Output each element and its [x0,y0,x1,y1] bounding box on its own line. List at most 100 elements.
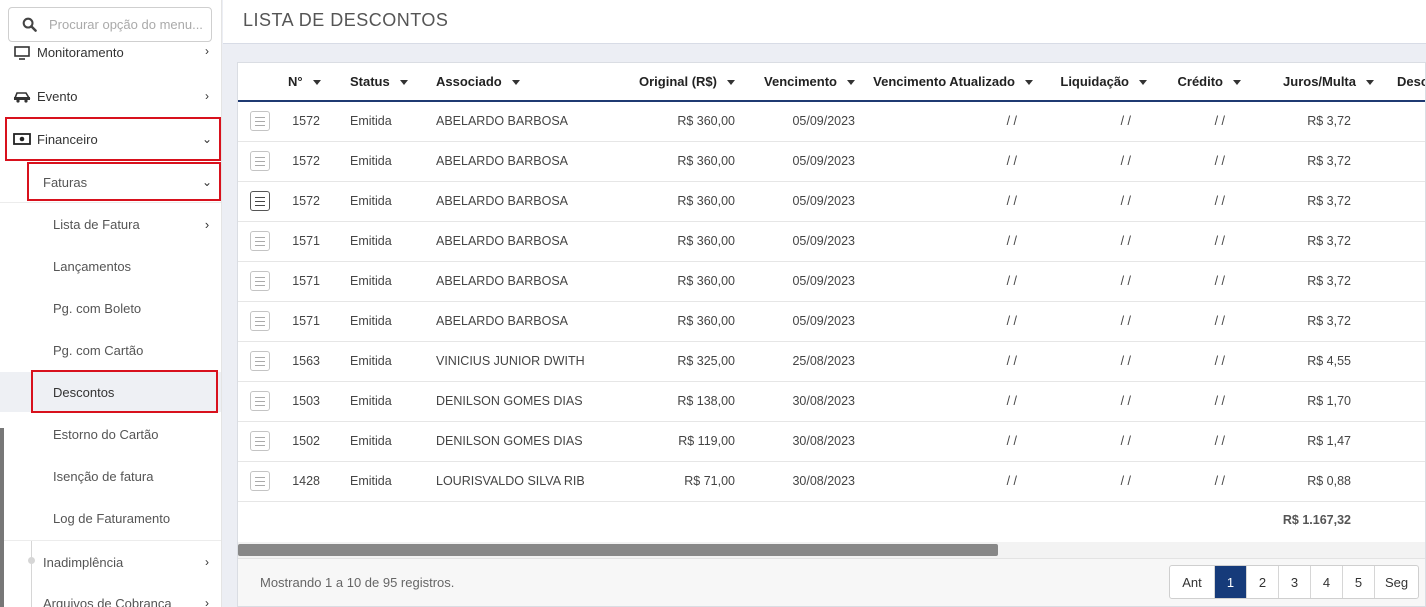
cell-vencimento: 05/09/2023 [738,221,858,262]
cell-juros-multa: R$ 3,72 [1246,301,1378,342]
sidebar-item-log-faturamento[interactable]: Log de Faturamento [0,498,221,538]
sidebar-item-inadimplencia[interactable]: Inadimplência › [0,550,221,574]
sidebar-item-lista-de-fatura[interactable]: Lista de Fatura › [0,204,221,244]
document-icon[interactable] [250,391,270,411]
document-icon[interactable] [250,351,270,371]
cell-vencimento-atualizado: / / [858,181,1040,222]
chevron-right-icon: › [205,555,209,569]
sidebar-item-descontos[interactable]: Descontos [0,372,221,412]
col-liquidacao[interactable]: Liquidação [1040,63,1154,102]
chevron-down-icon: ⌄ [201,175,213,189]
col-juros-multa[interactable]: Juros/Multa [1246,63,1378,102]
page-next-button[interactable]: Seg [1374,566,1418,598]
sidebar-scrollbar[interactable] [0,428,4,607]
divider [0,540,221,541]
cell-actions [238,381,278,422]
monitor-icon [0,45,37,63]
cell-status: Emitida [330,341,419,382]
cell-associado: ABELARDO BARBOSA [419,301,584,342]
cell-vencimento: 30/08/2023 [738,381,858,422]
table-row: 1563 Emitida VINICIUS JUNIOR DWITH R$ 325,0… [238,341,1425,382]
cell-desconto [1378,181,1425,222]
col-original[interactable]: Original (R$) [584,63,738,102]
cell-associado: LOURISVALDO SILVA RIBEIRO [419,461,584,502]
cell-credito: / / [1154,261,1246,302]
col-vencimento[interactable]: Vencimento [738,63,858,102]
cell-vencimento-atualizado: / / [858,381,1040,422]
cell-original: R$ 360,00 [584,301,738,342]
col-status[interactable]: Status [330,63,419,102]
page-prev-button[interactable]: Ant [1170,566,1214,598]
cell-actions [238,101,278,142]
document-icon[interactable] [250,431,270,451]
scrollbar-thumb[interactable] [238,544,998,556]
sidebar-item-lancamentos[interactable]: Lançamentos [0,246,221,286]
cell-juros-multa: R$ 3,72 [1246,101,1378,142]
cell-juros-multa: R$ 3,72 [1246,261,1378,302]
cell-vencimento-atualizado: / / [858,341,1040,382]
chevron-right-icon: › [205,89,209,103]
menu-search [8,7,212,42]
document-icon[interactable] [250,311,270,331]
cell-actions [238,221,278,262]
page-button[interactable]: 5 [1342,566,1374,598]
sidebar-item-faturas[interactable]: Faturas ⌄ [0,168,221,196]
document-icon[interactable] [250,111,270,132]
sidebar-item-estorno-cartao[interactable]: Estorno do Cartão [0,414,221,454]
cell-vencimento: 30/08/2023 [738,461,858,502]
cell-vencimento-atualizado: / / [858,101,1040,142]
cell-associado: ABELARDO BARBOSA [419,141,584,182]
cell-numero: 1563 [278,341,330,382]
sidebar-item-pg-boleto[interactable]: Pg. com Boleto [0,288,221,328]
sort-icon [1139,80,1147,86]
page-button[interactable]: 3 [1278,566,1310,598]
cell-vencimento-atualizado: / / [858,221,1040,262]
divider [0,202,221,203]
cell-desconto [1378,221,1425,262]
page-button[interactable]: 2 [1246,566,1278,598]
menu-search-input[interactable] [49,17,209,32]
table-row: 1572 Emitida ABELARDO BARBOSA R$ 360,00 05/0… [238,101,1425,142]
sidebar-item-pg-cartao[interactable]: Pg. com Cartão [0,330,221,370]
col-vencimento-atualizado[interactable]: Vencimento Atualizado [858,63,1040,102]
page-button[interactable]: 4 [1310,566,1342,598]
document-icon[interactable] [250,151,270,171]
page-button[interactable]: 1 [1214,566,1246,598]
cell-status: Emitida [330,181,419,222]
car-crash-icon [0,89,37,103]
document-icon[interactable] [250,271,270,291]
cell-liquidacao: / / [1040,301,1154,342]
page-header: LISTA DE DESCONTOS [223,0,1426,44]
cell-juros-multa: R$ 1,47 [1246,421,1378,462]
cell-liquidacao: / / [1040,461,1154,502]
chevron-right-icon: › [204,216,210,232]
cell-vencimento-atualizado: / / [858,461,1040,502]
records-info: Mostrando 1 a 10 de 95 registros. [260,575,455,590]
sidebar-item-arquivos-cobranca[interactable]: Arquivos de Cobrança › [0,591,221,607]
cell-actions [238,461,278,502]
total-juros-multa: R$ 1.167,32 [1282,513,1351,528]
cell-liquidacao: / / [1040,261,1154,302]
sidebar-item-isencao-fatura[interactable]: Isenção de fatura [0,456,221,496]
col-credito[interactable]: Crédito [1154,63,1246,102]
chevron-right-icon: › [205,44,209,58]
col-desconto[interactable]: Desco [1378,63,1425,102]
document-icon[interactable] [250,231,270,251]
sidebar-item-monitoramento[interactable]: Monitoramento › [0,44,221,66]
sort-icon [1233,80,1241,86]
col-numero[interactable]: N° [278,63,330,102]
document-icon[interactable] [250,471,270,491]
horizontal-scrollbar[interactable] [238,542,1425,558]
cell-credito: / / [1154,381,1246,422]
document-icon[interactable] [250,191,270,211]
cell-vencimento: 05/09/2023 [738,301,858,342]
col-associado[interactable]: Associado [419,63,584,102]
table-footer: Mostrando 1 a 10 de 95 registros. Ant 1 … [238,558,1425,606]
sidebar-item-evento[interactable]: Evento › [0,84,221,108]
cell-juros-multa: R$ 3,72 [1246,141,1378,182]
cell-juros-multa: R$ 0,88 [1246,461,1378,502]
cell-desconto [1378,261,1425,302]
table-row: 1503 Emitida DENILSON GOMES DIAS R$ 138,00 3… [238,381,1425,422]
sidebar-item-financeiro[interactable]: Financeiro ⌄ [0,126,221,152]
cell-vencimento: 25/08/2023 [738,341,858,382]
